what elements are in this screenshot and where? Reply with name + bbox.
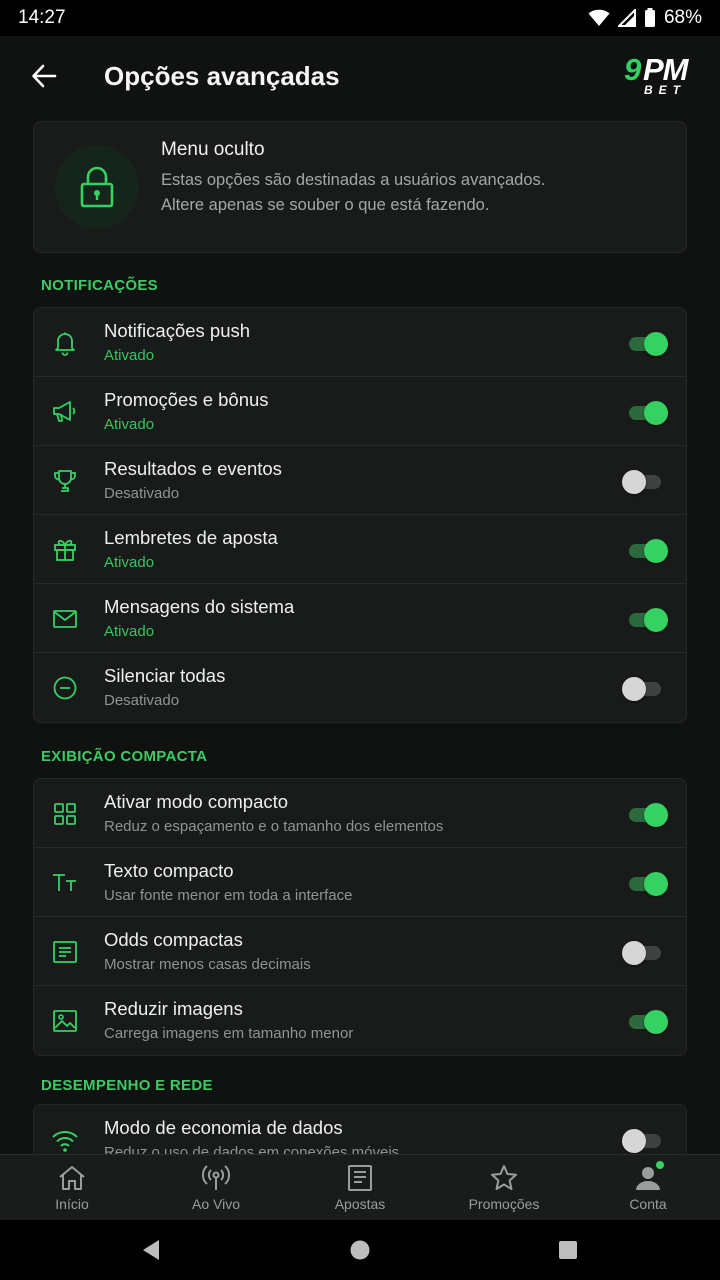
setting-row-reduce-images[interactable]: Reduzir imagens Carrega imagens em taman… <box>34 986 686 1055</box>
nav-label: Ao Vivo <box>192 1196 240 1212</box>
reduce-images-toggle[interactable] <box>626 1010 668 1034</box>
setting-row-compact-mode[interactable]: Ativar modo compacto Reduz o espaçamento… <box>34 779 686 848</box>
setting-label: Texto compacto <box>104 860 234 881</box>
nav-label: Início <box>55 1196 89 1212</box>
notification-dot <box>656 1161 664 1169</box>
compact-mode-toggle[interactable] <box>626 803 668 827</box>
setting-status: Ativado <box>104 623 155 640</box>
broadcast-icon <box>201 1165 231 1190</box>
compact-odds-toggle[interactable] <box>622 941 664 965</box>
system-back-icon[interactable] <box>140 1238 162 1262</box>
text-size-icon <box>51 869 79 897</box>
signal-icon <box>617 9 636 27</box>
performance-card: Modo de economia de dados Reduz o uso de… <box>33 1104 687 1154</box>
setting-status: Ativado <box>104 554 155 571</box>
setting-description: Reduz o espaçamento e o tamanho dos elem… <box>104 818 444 835</box>
system-home-icon[interactable] <box>349 1238 371 1262</box>
list-box-icon <box>51 938 79 966</box>
nav-item-account[interactable]: Conta <box>576 1155 720 1220</box>
setting-label: Mensagens do sistema <box>104 596 295 617</box>
setting-row-compact-odds[interactable]: Odds compactas Mostrar menos casas decim… <box>34 917 686 986</box>
lock-badge <box>55 145 139 229</box>
bottom-navigation: Início Ao Vivo Apostas Promoções Conta <box>0 1154 720 1220</box>
wifi-icon <box>51 1126 79 1154</box>
nav-item-bets[interactable]: Apostas <box>288 1155 432 1220</box>
grid-icon <box>51 800 79 828</box>
setting-description: Mostrar menos casas decimais <box>104 956 311 973</box>
setting-status: Ativado <box>104 416 155 433</box>
nav-label: Conta <box>629 1196 667 1212</box>
minus-circle-icon <box>51 674 79 702</box>
home-icon <box>59 1166 85 1190</box>
page-title: Opções avançadas <box>104 61 340 91</box>
star-icon <box>491 1165 517 1190</box>
mail-icon <box>51 605 79 633</box>
hidden-menu-card: Menu oculto Estas opções são destinadas … <box>33 121 687 253</box>
gift-icon <box>51 536 79 564</box>
setting-row-data-saver[interactable]: Modo de economia de dados Reduz o uso de… <box>34 1105 686 1154</box>
setting-label: Odds compactas <box>104 929 243 950</box>
arrow-left-icon <box>32 64 57 88</box>
status-bar: 14:27 68% <box>0 0 720 36</box>
mute-all-toggle[interactable] <box>622 677 664 701</box>
settings-content[interactable]: Menu oculto Estas opções são destinadas … <box>0 116 720 1154</box>
hidden-menu-description: Estas opções são destinadas a usuários a… <box>161 171 546 214</box>
setting-status: Desativado <box>104 485 180 502</box>
app-bar: Opções avançadas 9 PM BET <box>0 36 720 116</box>
setting-row-promotions[interactable]: Promoções e bônus Ativado <box>34 377 686 446</box>
nav-item-live[interactable]: Ao Vivo <box>144 1155 288 1220</box>
section-title-notifications: NOTIFICAÇÕES <box>41 277 158 294</box>
status-time: 14:27 <box>18 7 66 28</box>
system-recents-icon[interactable] <box>557 1238 579 1262</box>
image-icon <box>51 1007 79 1035</box>
setting-label: Silenciar todas <box>104 665 226 686</box>
setting-row-compact-text[interactable]: Texto compacto Usar fonte menor em toda … <box>34 848 686 917</box>
system-navigation-bar <box>0 1220 720 1280</box>
notifications-card: Notificações push Ativado Promoções e bô… <box>33 307 687 723</box>
nav-item-promotions[interactable]: Promoções <box>432 1155 576 1220</box>
setting-row-results[interactable]: Resultados e eventos Desativado <box>34 446 686 515</box>
setting-row-mute-all[interactable]: Silenciar todas Desativado <box>34 653 686 722</box>
setting-status: Ativado <box>104 347 155 364</box>
results-toggle[interactable] <box>622 470 664 494</box>
compact-text-toggle[interactable] <box>626 872 668 896</box>
setting-label: Promoções e bônus <box>104 389 269 410</box>
setting-label: Modo de economia de dados <box>104 1117 343 1138</box>
trophy-icon <box>51 467 79 495</box>
section-title-performance: DESEMPENHO E REDE <box>41 1077 213 1094</box>
betslip-icon <box>348 1165 372 1191</box>
setting-description: Usar fonte menor em toda a interface <box>104 887 353 904</box>
setting-row-reminders[interactable]: Lembretes de aposta Ativado <box>34 515 686 584</box>
setting-status: Desativado <box>104 692 180 709</box>
setting-row-system-messages[interactable]: Mensagens do sistema Ativado <box>34 584 686 653</box>
setting-label: Resultados e eventos <box>104 458 282 479</box>
setting-description: Carrega imagens em tamanho menor <box>104 1025 354 1042</box>
back-button[interactable] <box>26 58 62 94</box>
system-messages-toggle[interactable] <box>626 608 668 632</box>
wifi-status-icon <box>588 9 610 27</box>
reminders-toggle[interactable] <box>626 539 668 563</box>
brand-logo: 9 PM BET <box>624 52 688 97</box>
bell-icon <box>51 329 79 357</box>
setting-label: Reduzir imagens <box>104 998 243 1019</box>
setting-label: Lembretes de aposta <box>104 527 278 548</box>
lock-icon <box>80 166 114 208</box>
data-saver-toggle[interactable] <box>622 1129 664 1153</box>
setting-row-push[interactable]: Notificações push Ativado <box>34 308 686 377</box>
setting-description: Reduz o uso de dados em conexões móveis <box>104 1144 400 1154</box>
battery-percent: 68% <box>663 7 702 28</box>
nav-item-home[interactable]: Início <box>0 1155 144 1220</box>
megaphone-icon <box>51 398 79 426</box>
hidden-menu-title: Menu oculto <box>161 139 265 160</box>
compact-card: Ativar modo compacto Reduz o espaçamento… <box>33 778 687 1056</box>
battery-icon <box>644 8 655 27</box>
promotions-toggle[interactable] <box>626 401 668 425</box>
push-toggle[interactable] <box>626 332 668 356</box>
nav-label: Promoções <box>468 1196 540 1212</box>
nav-label: Apostas <box>334 1196 386 1212</box>
section-title-compact: EXIBIÇÃO COMPACTA <box>41 748 208 765</box>
setting-label: Notificações push <box>104 320 251 341</box>
setting-label: Ativar modo compacto <box>104 791 289 812</box>
